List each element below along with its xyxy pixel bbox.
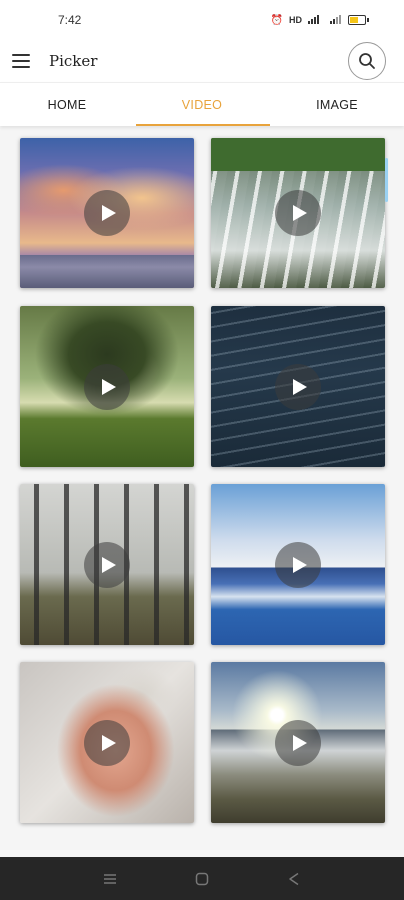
battery-icon [348, 15, 369, 25]
video-tile[interactable] [211, 138, 385, 288]
back-icon[interactable] [284, 869, 304, 889]
video-tile[interactable] [211, 662, 385, 823]
tab-image[interactable]: IMAGE [270, 83, 404, 127]
tab-video[interactable]: VIDEO [135, 83, 269, 127]
play-icon[interactable] [275, 719, 321, 766]
signal-icon [308, 14, 324, 27]
tab-home[interactable]: HOME [0, 83, 134, 127]
video-tile[interactable] [20, 484, 194, 645]
status-indicators: ⏰ HD [270, 14, 369, 27]
play-icon[interactable] [84, 363, 130, 410]
play-icon[interactable] [275, 190, 321, 236]
scrollbar-thumb[interactable] [385, 158, 388, 202]
video-grid [0, 126, 404, 856]
hd-voice-icon: HD [289, 15, 302, 25]
system-nav-bar [0, 857, 404, 900]
video-tile[interactable] [211, 484, 385, 645]
status-time: 7:42 [58, 13, 82, 27]
battery-level [350, 17, 358, 23]
play-icon[interactable] [84, 541, 130, 588]
search-button[interactable] [348, 42, 386, 80]
signal-icon-2 [330, 14, 342, 27]
play-icon[interactable] [275, 541, 321, 588]
play-icon[interactable] [275, 363, 321, 410]
search-icon [359, 53, 375, 69]
video-tile[interactable] [20, 662, 194, 823]
play-icon[interactable] [84, 190, 130, 236]
video-tile[interactable] [211, 306, 385, 467]
alarm-icon: ⏰ [270, 14, 283, 26]
recents-icon[interactable] [100, 869, 120, 889]
home-icon[interactable] [192, 869, 212, 889]
app-title: Picker [49, 52, 98, 70]
hamburger-menu-icon[interactable] [12, 54, 30, 68]
status-bar: 7:42 ⏰ HD [0, 0, 404, 40]
play-icon[interactable] [84, 719, 130, 766]
app-bar: Picker [0, 40, 404, 82]
video-tile[interactable] [20, 306, 194, 467]
video-tile[interactable] [20, 138, 194, 288]
tab-bar: HOME VIDEO IMAGE [0, 82, 404, 126]
